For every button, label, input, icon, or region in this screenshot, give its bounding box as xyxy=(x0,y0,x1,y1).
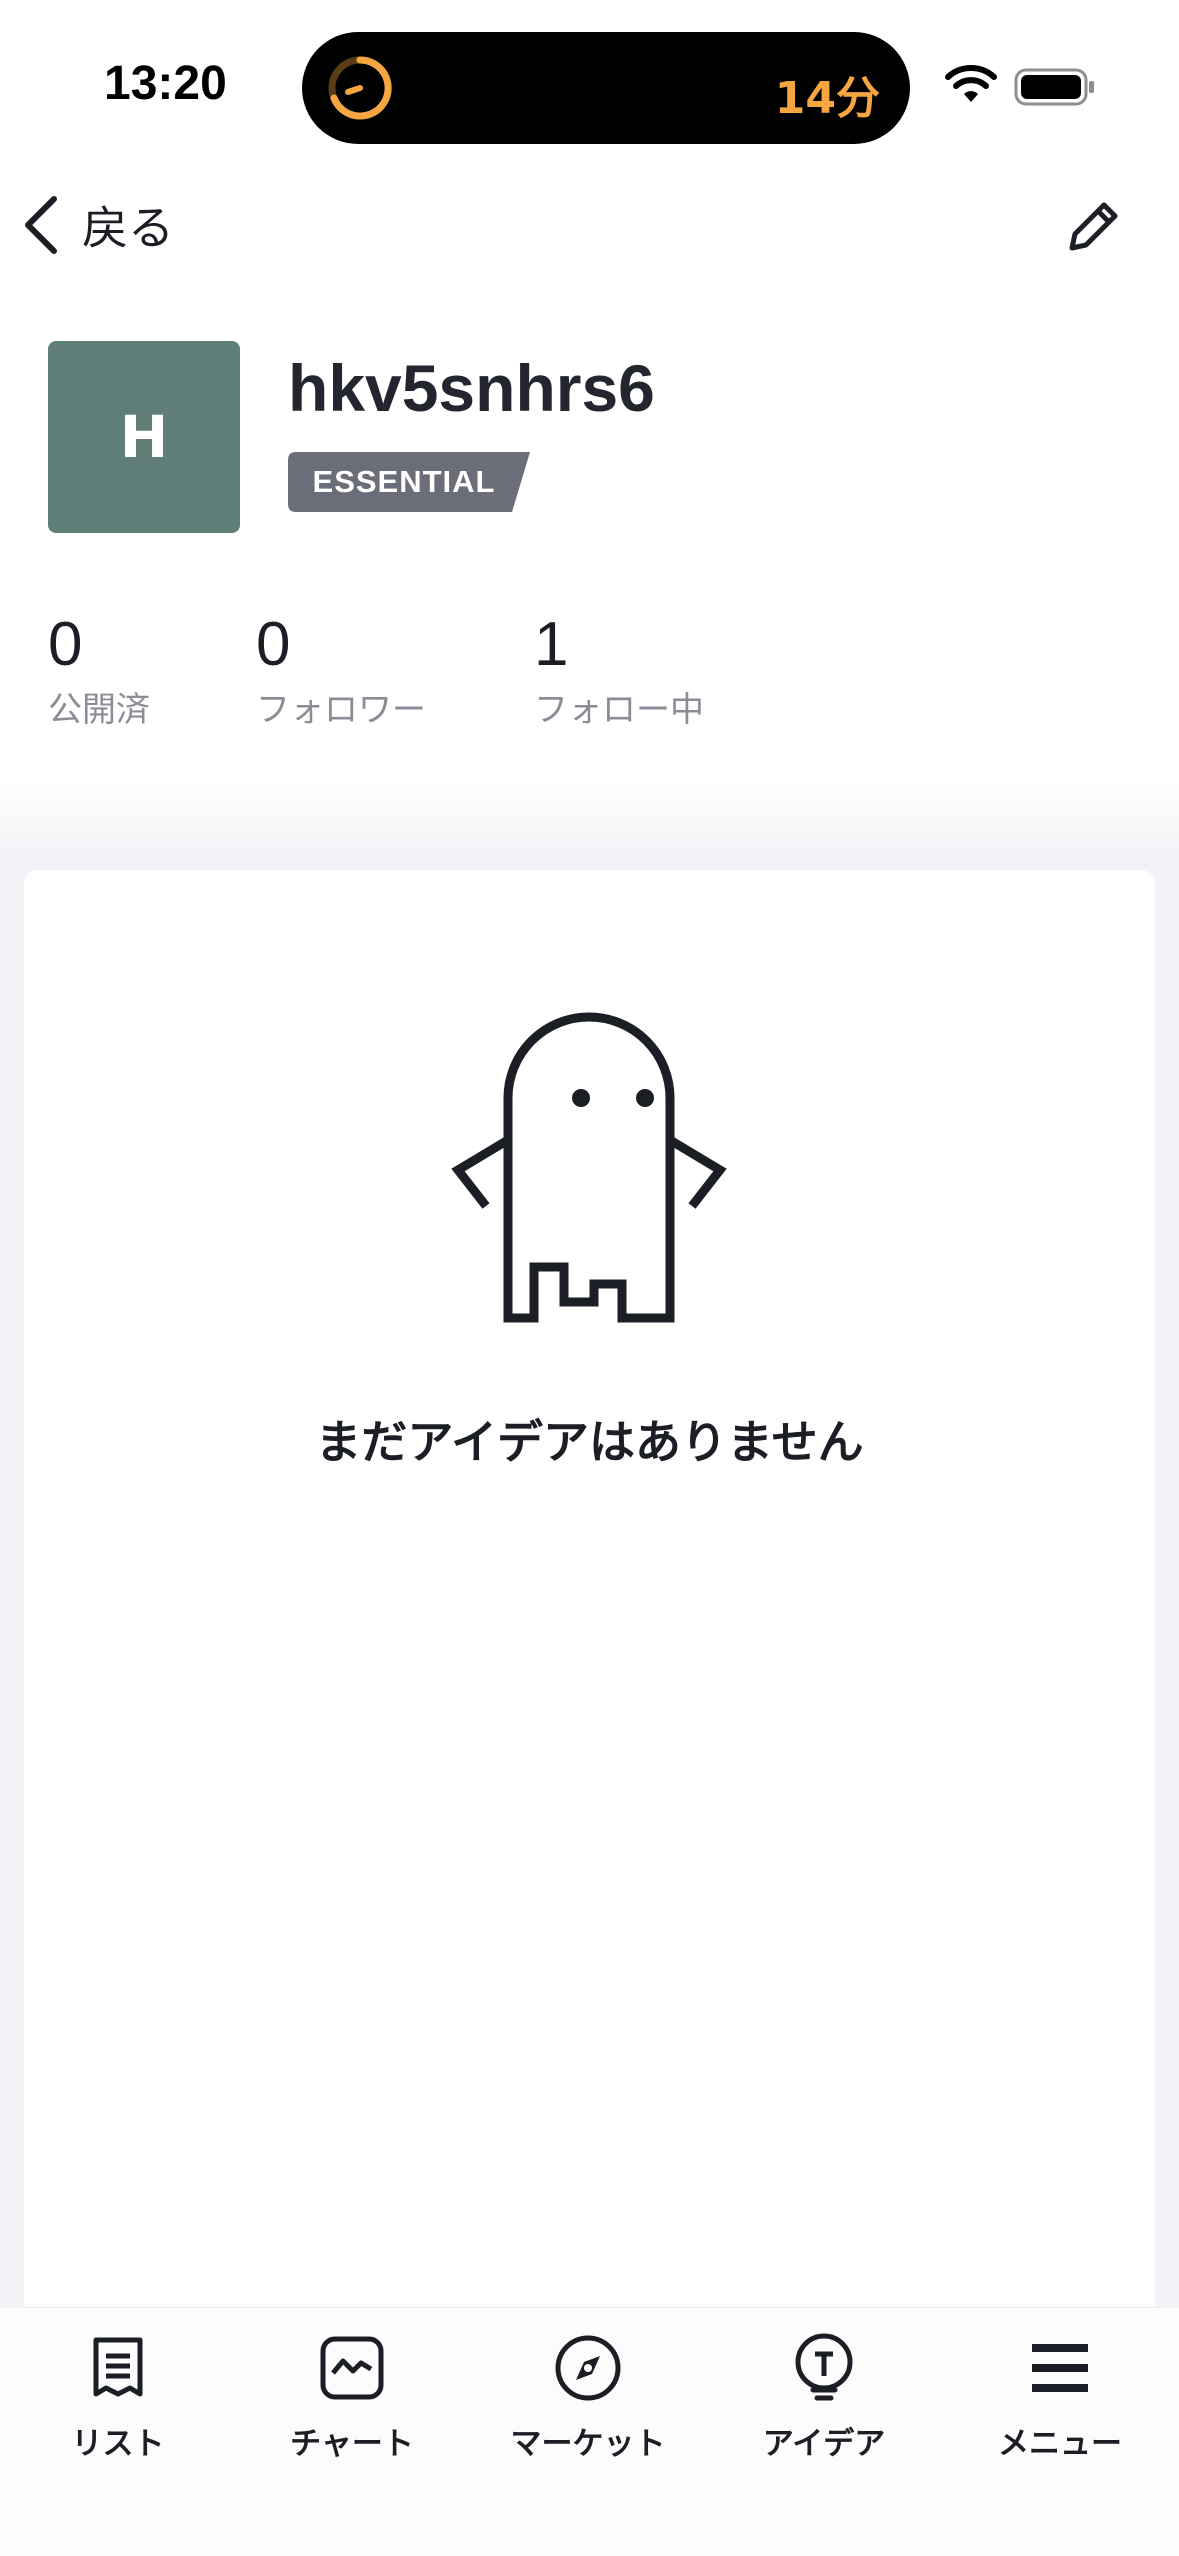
ideas-card: まだアイデアはありません xyxy=(24,870,1155,2370)
stat-label: 公開済 xyxy=(48,690,150,730)
chevron-left-icon xyxy=(25,196,57,254)
plan-badge: ESSENTIAL xyxy=(288,452,530,512)
bottom-tab-bar: リスト チャート マーケット アイデア メニュー xyxy=(0,2307,1179,2556)
tab-label: メニュー xyxy=(998,2426,1122,2462)
stat-following[interactable]: 1 フォロー中 xyxy=(534,612,704,731)
stat-published[interactable]: 0 公開済 xyxy=(48,612,150,731)
lightbulb-icon xyxy=(795,2333,853,2401)
edit-profile-button[interactable] xyxy=(1064,196,1124,260)
battery-icon xyxy=(1014,68,1094,106)
plan-badge-label: ESSENTIAL xyxy=(312,464,496,499)
stat-label: フォロワー xyxy=(256,690,426,730)
dynamic-island[interactable]: 14分 xyxy=(302,32,910,144)
tab-ideas[interactable]: アイデア xyxy=(724,2328,924,2468)
empty-state-message: まだアイデアはありません xyxy=(315,1415,864,1469)
stat-value: 0 xyxy=(48,610,83,679)
chart-icon xyxy=(320,2336,384,2400)
list-icon xyxy=(93,2337,143,2397)
ghost-icon xyxy=(451,1012,727,1323)
avatar[interactable]: H xyxy=(48,341,240,533)
tab-market[interactable]: マーケット xyxy=(488,2328,688,2468)
pencil-icon xyxy=(1069,202,1118,251)
back-button[interactable]: 戻る xyxy=(22,190,174,260)
menu-icon xyxy=(1032,2344,1088,2392)
wifi-icon xyxy=(945,65,997,102)
header-fade xyxy=(0,780,1179,860)
stat-label: フォロー中 xyxy=(534,690,704,730)
island-timer-text: 14分 xyxy=(774,73,880,124)
tab-label: チャート xyxy=(290,2426,414,2462)
tab-list[interactable]: リスト xyxy=(18,2328,218,2468)
timer-ring-icon xyxy=(328,56,392,120)
stat-value: 1 xyxy=(534,610,569,679)
tab-chart[interactable]: チャート xyxy=(252,2328,452,2468)
back-label: 戻る xyxy=(82,201,174,255)
stat-followers[interactable]: 0 フォロワー xyxy=(256,612,426,731)
status-time: 13:20 xyxy=(104,57,227,110)
tab-label: アイデア xyxy=(762,2426,886,2462)
tab-label: マーケット xyxy=(510,2426,666,2462)
compass-icon xyxy=(555,2335,621,2401)
tab-menu[interactable]: メニュー xyxy=(960,2328,1160,2468)
tab-label: リスト xyxy=(71,2426,165,2462)
username: hkv5snhrs6 xyxy=(288,351,655,425)
stat-value: 0 xyxy=(256,610,291,679)
